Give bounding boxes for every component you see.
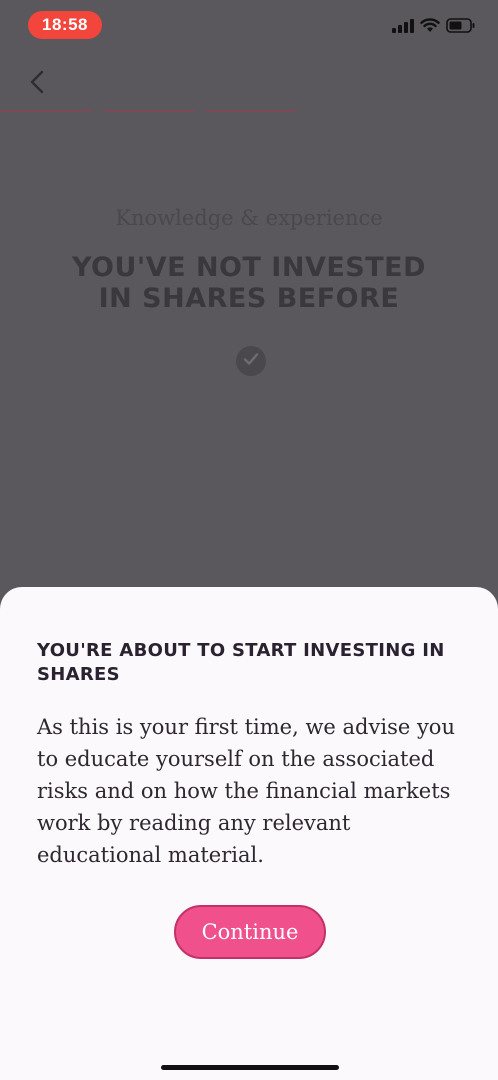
check-badge bbox=[236, 346, 266, 376]
continue-button[interactable]: Continue bbox=[174, 905, 326, 959]
page-headline: YOU'VE NOT INVESTED IN SHARES BEFORE bbox=[71, 252, 427, 314]
progress-segment bbox=[0, 110, 92, 112]
back-button[interactable] bbox=[22, 68, 52, 100]
progress-bar bbox=[0, 110, 498, 113]
progress-segment bbox=[206, 110, 296, 112]
progress-segment bbox=[103, 110, 195, 112]
chevron-left-icon bbox=[29, 69, 45, 100]
home-indicator[interactable] bbox=[161, 1065, 339, 1070]
signal-icon bbox=[392, 18, 414, 38]
battery-icon bbox=[446, 18, 476, 38]
status-bar: 18:58 bbox=[0, 0, 498, 50]
status-time: 18:58 bbox=[28, 11, 102, 39]
section-subtitle: Knowledge & experience bbox=[115, 206, 383, 230]
sheet-body: As this is your first time, we advise yo… bbox=[37, 715, 455, 867]
wifi-icon bbox=[420, 18, 440, 38]
bottom-sheet: YOU'RE ABOUT TO START INVESTING IN SHARE… bbox=[0, 587, 498, 1080]
status-icons bbox=[392, 18, 476, 38]
checkmark-icon bbox=[243, 352, 259, 371]
sheet-title: YOU'RE ABOUT TO START INVESTING IN SHARE… bbox=[37, 640, 445, 685]
